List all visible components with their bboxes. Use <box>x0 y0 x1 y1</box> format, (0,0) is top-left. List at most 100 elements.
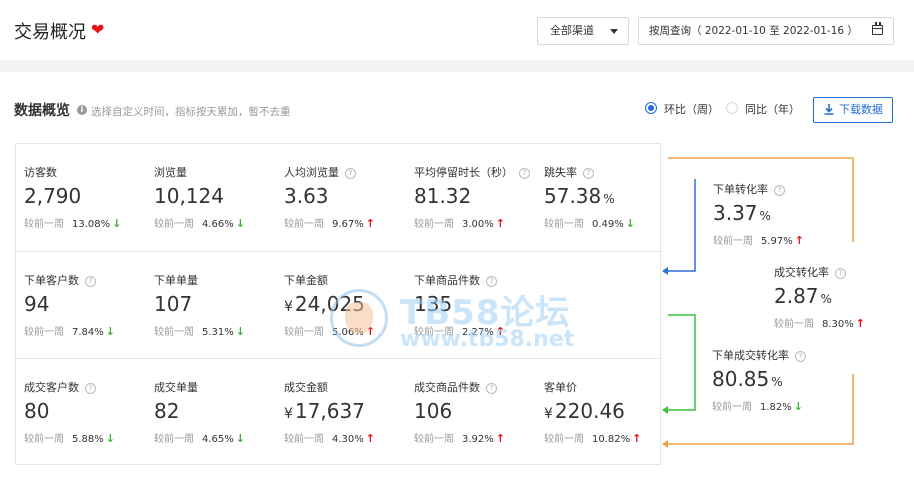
compare-label: 较前一周 <box>544 219 584 230</box>
radio-year-on-year[interactable] <box>726 102 738 114</box>
metric-number: 81.32 <box>414 184 472 208</box>
arrow-down-icon: ↓ <box>793 400 803 413</box>
question-circle-icon[interactable]: ? <box>774 185 785 196</box>
metric-compare: 较前一周 5.31% ↓ <box>154 323 245 338</box>
metric-compare: 较前一周 4.30% ↑ <box>284 430 375 445</box>
question-circle-icon[interactable]: ? <box>835 268 846 279</box>
metric-number: 135 <box>414 292 453 316</box>
metric-label-text: 下单单量 <box>154 274 198 287</box>
metric-value: 135 <box>414 292 452 316</box>
arrow-down-icon: ↓ <box>235 217 245 230</box>
metric-compare: 较前一周 8.30% ↑ <box>774 315 865 330</box>
compare-rate: 9.67% <box>332 219 364 230</box>
metric-label: 下单转化率? <box>713 181 785 197</box>
metrics-grid: 访客数 2,790 较前一周 13.08% ↓ 浏览量 10,124 较前一周 4.66% ↓ 人均… <box>15 143 661 465</box>
overview-panel: 数据概览 i 选择自定义时间，指标按天累加，暂不去重 环比（周） 同比（年） 下… <box>0 72 914 500</box>
metric-value: 2,790 <box>24 184 81 208</box>
metric-number: 2,790 <box>24 184 82 208</box>
radio-label-year-on-year[interactable]: 同比（年） <box>745 101 800 117</box>
arrow-up-icon: ↑ <box>495 432 505 445</box>
compare-rate: 7.84% <box>72 327 104 338</box>
metric-label: 访客数 <box>24 164 57 180</box>
metric-number: 80 <box>24 399 50 423</box>
arrow-down-icon: ↓ <box>625 217 635 230</box>
metric-compare: 较前一周 1.82% ↓ <box>712 398 803 413</box>
heart-icon: ❤ <box>91 20 105 39</box>
metric-value: 82 <box>154 399 179 423</box>
metric-label-text: 成交转化率 <box>774 266 829 279</box>
compare-rate: 0.49% <box>592 219 624 230</box>
arrow-up-icon: ↑ <box>794 234 804 247</box>
question-circle-icon[interactable]: ? <box>486 276 497 287</box>
metric-label: 浏览量 <box>154 164 187 180</box>
metric-label-text: 人均浏览量 <box>284 166 339 179</box>
metric-number: 107 <box>154 292 193 316</box>
compare-label: 较前一周 <box>414 219 454 230</box>
arrow-up-icon: ↑ <box>632 432 642 445</box>
question-circle-icon[interactable]: ? <box>486 383 497 394</box>
channel-select-value: 全部渠道 <box>550 24 594 37</box>
arrow-up-icon: ↑ <box>855 317 865 330</box>
metric-number: 80.85 <box>712 367 770 391</box>
top-bar: 交易概况 ❤ 全部渠道 按周查询（ 2022-01-10 至 2022-01-1… <box>0 0 914 60</box>
metric-currency: ¥ <box>284 406 293 422</box>
metric-label-text: 下单商品件数 <box>414 274 480 287</box>
metric-cell: 下单商品件数? 135 较前一周 2.27% ↑ <box>406 252 536 358</box>
compare-label: 较前一周 <box>284 219 324 230</box>
page-title: 交易概况 <box>14 22 86 43</box>
question-circle-icon[interactable]: ? <box>795 351 806 362</box>
compare-rate: 5.31% <box>202 327 234 338</box>
metric-label-text: 成交单量 <box>154 381 198 394</box>
metric-label: 平均停留时长（秒）? <box>414 164 530 180</box>
metric-compare: 较前一周 7.84% ↓ <box>24 323 115 338</box>
question-circle-icon[interactable]: ? <box>583 168 594 179</box>
metric-label-text: 浏览量 <box>154 166 187 179</box>
question-circle-icon[interactable]: ? <box>85 383 96 394</box>
question-circle-icon[interactable]: ? <box>519 168 530 179</box>
metric-label-text: 跳失率 <box>544 166 577 179</box>
arrow-up-icon: ↑ <box>365 432 375 445</box>
metric-label-text: 成交商品件数 <box>414 381 480 394</box>
metric-number: 220.46 <box>554 399 625 423</box>
metric-label-text: 下单金额 <box>284 274 328 287</box>
metric-compare: 较前一周 10.82% ↑ <box>544 430 641 445</box>
metric-label: 人均浏览量? <box>284 164 356 180</box>
arrow-up-icon: ↑ <box>365 217 375 230</box>
info-icon: i <box>77 105 87 115</box>
metric-compare: 较前一周 5.06% ↑ <box>284 323 375 338</box>
metrics-row-order: 下单客户数? 94 较前一周 7.84% ↓ 下单单量 107 较前一周 5.31% ↓ 下单金额 ¥… <box>16 251 660 358</box>
compare-rate: 4.30% <box>332 434 364 445</box>
date-range-picker[interactable]: 按周查询（ 2022-01-10 至 2022-01-16 ） <box>638 17 894 45</box>
metric-label-text: 访客数 <box>24 166 57 179</box>
question-circle-icon[interactable]: ? <box>345 168 356 179</box>
metric-compare: 较前一周 0.49% ↓ <box>544 215 635 230</box>
channel-select[interactable]: 全部渠道 <box>537 17 629 45</box>
compare-label: 较前一周 <box>544 434 584 445</box>
metric-label-text: 平均停留时长（秒） <box>414 166 513 179</box>
metric-unit: % <box>603 192 615 206</box>
metric-number: 3.37 <box>713 201 758 225</box>
download-data-button[interactable]: 下载数据 <box>813 97 893 123</box>
metric-label: 跳失率? <box>544 164 594 180</box>
radio-label-week-on-week[interactable]: 环比（周） <box>664 101 719 117</box>
compare-rate: 10.82% <box>592 434 631 445</box>
metric-label-text: 成交金额 <box>284 381 328 394</box>
arrow-up-icon: ↑ <box>365 325 375 338</box>
compare-label: 较前一周 <box>154 434 194 445</box>
metric-cell: 成交金额 ¥17,637 较前一周 4.30% ↑ <box>276 359 406 465</box>
compare-rate: 5.97% <box>761 236 793 247</box>
question-circle-icon[interactable]: ? <box>85 276 96 287</box>
metric-value: 94 <box>24 292 49 316</box>
radio-week-on-week[interactable] <box>645 102 657 114</box>
date-range-text: 按周查询（ 2022-01-10 至 2022-01-16 ） <box>649 25 858 37</box>
metric-label-text: 下单成交转化率 <box>712 349 789 362</box>
metric-number: 3.63 <box>284 184 329 208</box>
metric-number: 17,637 <box>294 399 365 423</box>
compare-rate: 8.30% <box>822 319 854 330</box>
metric-label: 成交单量 <box>154 379 198 395</box>
metric-number: 82 <box>154 399 180 423</box>
metric-cell: 访客数 2,790 较前一周 13.08% ↓ <box>16 144 146 250</box>
metric-label: 下单单量 <box>154 272 198 288</box>
metric-compare: 较前一周 5.88% ↓ <box>24 430 115 445</box>
metric-value: 3.63 <box>284 184 329 208</box>
